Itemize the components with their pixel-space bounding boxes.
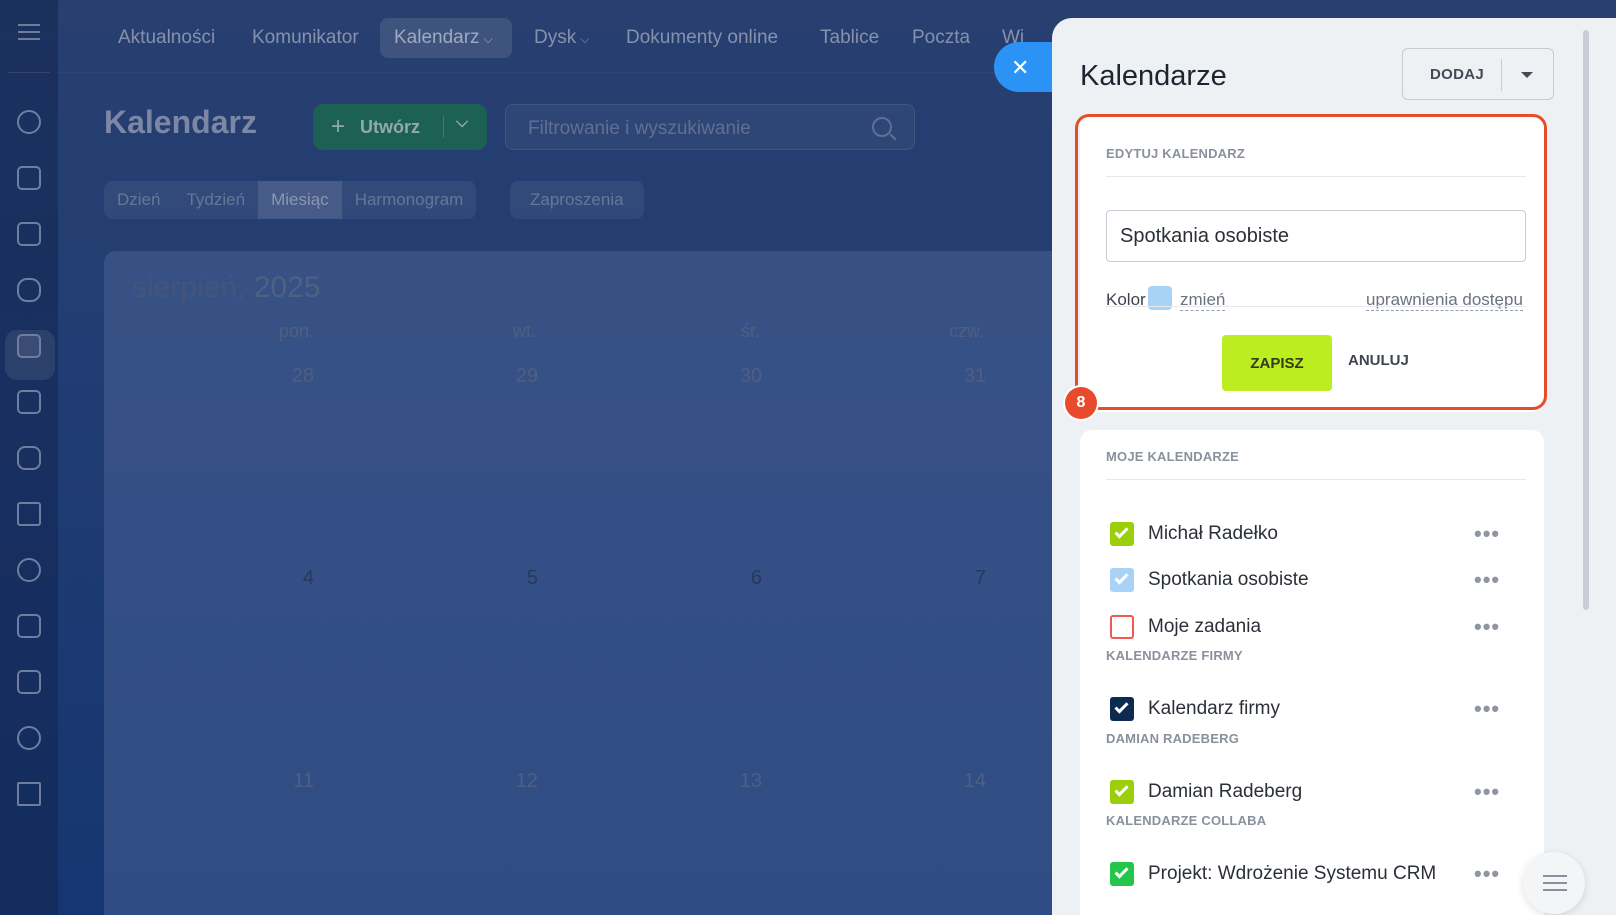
more-options-icon[interactable]: ••• xyxy=(1474,696,1500,722)
calendar-checkbox[interactable] xyxy=(1110,522,1134,546)
calendar-checkbox[interactable] xyxy=(1110,697,1134,721)
check-icon xyxy=(1114,864,1129,879)
calendar-checkbox[interactable] xyxy=(1110,568,1134,592)
color-label: Kolor xyxy=(1106,290,1146,309)
calendar-name: Damian Radeberg xyxy=(1148,781,1303,802)
calendar-item[interactable]: Projekt: Wdrożenie Systemu CRM ••• xyxy=(1110,859,1510,889)
calendar-item[interactable]: Moje zadania ••• xyxy=(1110,612,1510,642)
section-divider xyxy=(1106,306,1526,307)
step-badge: 8 xyxy=(1065,387,1097,419)
calendar-item[interactable]: Damian Radeberg ••• xyxy=(1110,777,1510,807)
panel-scrollbar[interactable] xyxy=(1583,30,1589,610)
section-divider xyxy=(1106,176,1526,177)
company-calendars-section: KALENDARZE FIRMY xyxy=(1106,648,1243,663)
caret-down-icon[interactable] xyxy=(1521,72,1533,78)
section-divider xyxy=(1106,479,1526,480)
access-permissions-link[interactable]: uprawnienia dostępu xyxy=(1366,290,1523,311)
calendar-name: Spotkania osobiste xyxy=(1148,569,1309,590)
calendar-name: Michał Radełko xyxy=(1148,523,1278,544)
edit-section-title: EDYTUJ KALENDARZ xyxy=(1106,146,1245,161)
check-icon xyxy=(1114,524,1129,539)
calendar-checkbox[interactable] xyxy=(1110,862,1134,886)
calendar-name: Projekt: Wdrożenie Systemu CRM xyxy=(1148,863,1437,884)
list-icon-line xyxy=(1543,875,1567,877)
list-icon-line xyxy=(1543,889,1567,891)
more-options-icon[interactable]: ••• xyxy=(1474,567,1500,593)
check-icon xyxy=(1114,699,1129,714)
add-button-divider xyxy=(1501,59,1502,91)
close-panel-button[interactable]: ✕ xyxy=(994,42,1056,92)
more-options-icon[interactable]: ••• xyxy=(1474,779,1500,805)
close-icon: ✕ xyxy=(1011,55,1030,80)
check-icon xyxy=(1114,782,1129,797)
calendars-list-card xyxy=(1080,430,1544,915)
list-menu-button[interactable] xyxy=(1523,852,1585,914)
list-icon-line xyxy=(1543,882,1567,884)
calendar-item[interactable]: Spotkania osobiste ••• xyxy=(1110,565,1510,595)
more-options-icon[interactable]: ••• xyxy=(1474,861,1500,887)
more-options-icon[interactable]: ••• xyxy=(1474,521,1500,547)
calendar-checkbox[interactable] xyxy=(1110,615,1134,639)
calendar-name: Moje zadania xyxy=(1148,616,1262,637)
calendar-checkbox[interactable] xyxy=(1110,780,1134,804)
my-calendars-section: MOJE KALENDARZE xyxy=(1106,449,1240,464)
calendar-item[interactable]: Kalendarz firmy ••• xyxy=(1110,694,1510,724)
cancel-button[interactable]: ANULUJ xyxy=(1348,352,1409,369)
change-color-link[interactable]: zmień xyxy=(1180,290,1226,311)
damian-section: DAMIAN RADEBERG xyxy=(1106,731,1239,746)
collab-calendars-section: KALENDARZE COLLABA xyxy=(1106,813,1267,828)
save-button[interactable]: ZAPISZ xyxy=(1222,335,1332,391)
calendar-item[interactable]: Michał Radełko ••• xyxy=(1110,519,1510,549)
more-options-icon[interactable]: ••• xyxy=(1474,614,1500,640)
panel-title: Kalendarze xyxy=(1080,60,1227,92)
add-button[interactable]: DODAJ xyxy=(1402,48,1554,100)
calendar-name-input[interactable] xyxy=(1106,210,1526,262)
add-button-label: DODAJ xyxy=(1430,66,1485,83)
calendar-name: Kalendarz firmy xyxy=(1148,698,1280,719)
check-icon xyxy=(1114,570,1129,585)
